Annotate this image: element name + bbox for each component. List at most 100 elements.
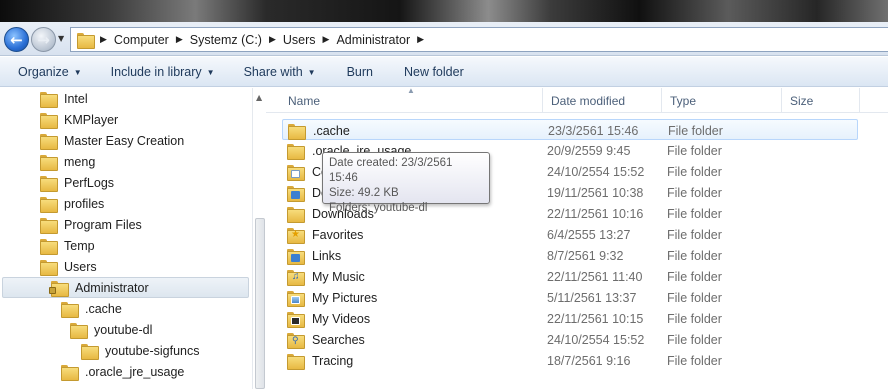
breadcrumb-chevron-icon[interactable]: ▶ bbox=[414, 34, 427, 45]
forward-button[interactable]: → bbox=[31, 27, 56, 52]
folder-icon bbox=[70, 322, 88, 339]
folder-icon bbox=[40, 112, 58, 129]
file-type: File folder bbox=[667, 143, 722, 158]
navigation-pane: Intel KMPlayer Master Easy Creation meng… bbox=[0, 88, 252, 389]
tree-item-youtube-dl[interactable]: youtube-dl bbox=[70, 319, 152, 340]
file-type: File folder bbox=[668, 123, 723, 138]
tree-item-intel[interactable]: Intel bbox=[40, 88, 88, 109]
file-name-cell: ⚲ Searches bbox=[287, 329, 365, 350]
burn-button[interactable]: Burn bbox=[325, 65, 382, 79]
share-with-button[interactable]: Share with ▼ bbox=[224, 65, 325, 79]
folder-icon bbox=[287, 353, 305, 370]
file-type: File folder bbox=[667, 332, 722, 347]
file-name-cell: Tracing bbox=[287, 350, 353, 371]
back-button[interactable]: ← bbox=[4, 27, 29, 52]
file-name-cell: ★ Favorites bbox=[287, 224, 363, 245]
file-name: Favorites bbox=[312, 227, 364, 242]
tree-item-perflogs[interactable]: PerfLogs bbox=[40, 172, 114, 193]
file-row-cache[interactable]: .cache 23/3/2561 15:46 File folder bbox=[282, 119, 858, 140]
links-badge-icon bbox=[291, 253, 300, 262]
tree-item-youtube-sigfuncs[interactable]: youtube-sigfuncs bbox=[81, 340, 200, 361]
tree-item-users[interactable]: Users bbox=[40, 256, 97, 277]
scroll-up-icon[interactable]: ▲ bbox=[256, 93, 262, 102]
new-folder-button[interactable]: New folder bbox=[382, 65, 473, 79]
file-name: My Pictures bbox=[312, 290, 378, 305]
navigation-bar: ← → ▼ ▶ Computer ▶ Systemz (C:) ▶ Users … bbox=[0, 22, 888, 56]
desktop-badge-icon bbox=[291, 190, 300, 199]
folder-icon bbox=[40, 259, 58, 276]
downloads-folder-icon bbox=[287, 206, 305, 223]
folder-icon bbox=[81, 343, 99, 360]
organize-label: Organize bbox=[18, 64, 69, 79]
address-bar[interactable]: ▶ Computer ▶ Systemz (C:) ▶ Users ▶ Admi… bbox=[70, 27, 888, 52]
breadcrumb-users[interactable]: Users bbox=[279, 33, 320, 47]
column-date-modified[interactable]: Date modified bbox=[543, 88, 662, 113]
file-row-searches[interactable]: ⚲ Searches 24/10/2554 15:52 File folder bbox=[282, 329, 858, 350]
folder-icon bbox=[40, 217, 58, 234]
breadcrumb-chevron-icon[interactable]: ▶ bbox=[97, 34, 110, 45]
include-in-library-button[interactable]: Include in library ▼ bbox=[91, 65, 224, 79]
tree-item-label: Administrator bbox=[75, 280, 149, 295]
folder-icon bbox=[61, 364, 79, 381]
tree-item-meng[interactable]: meng bbox=[40, 151, 95, 172]
navigation-pane-scrollbar[interactable]: ▲ bbox=[252, 88, 266, 389]
folder-icon bbox=[40, 91, 58, 108]
lock-icon bbox=[49, 286, 56, 294]
file-row-tracing[interactable]: Tracing 18/7/2561 9:16 File folder bbox=[282, 350, 858, 371]
links-folder-icon bbox=[287, 248, 305, 265]
file-type: File folder bbox=[667, 269, 722, 284]
tree-item-oracle-jre-usage[interactable]: .oracle_jre_usage bbox=[61, 361, 184, 382]
file-date: 5/11/2561 13:37 bbox=[547, 290, 637, 305]
file-date: 22/11/2561 10:16 bbox=[547, 206, 644, 221]
searches-folder-icon: ⚲ bbox=[287, 332, 305, 349]
breadcrumb-chevron-icon[interactable]: ▶ bbox=[320, 34, 333, 45]
tooltip-size: Size: 49.2 KB bbox=[329, 187, 399, 199]
file-row-my-pictures[interactable]: My Pictures 5/11/2561 13:37 File folder bbox=[282, 287, 858, 308]
tree-item-label: Master Easy Creation bbox=[64, 133, 185, 148]
locked-folder-icon bbox=[49, 280, 69, 297]
tree-item-master-easy-creation[interactable]: Master Easy Creation bbox=[40, 130, 184, 151]
tree-item-label: youtube-sigfuncs bbox=[105, 343, 200, 358]
file-name-cell: My Pictures bbox=[287, 287, 377, 308]
file-type: File folder bbox=[667, 227, 722, 242]
share-with-label: Share with bbox=[243, 64, 303, 79]
breadcrumb-computer[interactable]: Computer bbox=[110, 33, 173, 47]
file-date: 23/3/2561 15:46 bbox=[548, 123, 639, 138]
file-type: File folder bbox=[667, 185, 722, 200]
file-name-cell: ♫ My Music bbox=[287, 266, 365, 287]
column-type[interactable]: Type bbox=[662, 88, 782, 113]
music-note-icon: ♫ bbox=[292, 270, 300, 282]
tree-item-administrator[interactable]: Administrator bbox=[2, 277, 249, 298]
breadcrumb-chevron-icon[interactable]: ▶ bbox=[173, 34, 186, 45]
favorites-folder-icon: ★ bbox=[287, 227, 305, 244]
desktop-folder-icon bbox=[287, 185, 305, 202]
tree-item-label: .cache bbox=[85, 301, 122, 316]
breadcrumb: ▶ Computer ▶ Systemz (C:) ▶ Users ▶ Admi… bbox=[97, 28, 427, 51]
breadcrumb-drive[interactable]: Systemz (C:) bbox=[186, 33, 266, 47]
tree-item-program-files[interactable]: Program Files bbox=[40, 214, 142, 235]
forward-arrow-icon: → bbox=[37, 30, 50, 49]
tree-item-cache[interactable]: .cache bbox=[61, 298, 122, 319]
tree-item-temp[interactable]: Temp bbox=[40, 235, 95, 256]
organize-button[interactable]: Organize ▼ bbox=[0, 65, 91, 79]
file-name: Links bbox=[312, 248, 342, 263]
tree-item-label: Users bbox=[64, 259, 97, 274]
star-icon: ★ bbox=[291, 228, 300, 240]
folder-icon bbox=[40, 133, 58, 150]
tree-item-profiles[interactable]: profiles bbox=[40, 193, 104, 214]
file-row-favorites[interactable]: ★ Favorites 6/4/2555 13:27 File folder bbox=[282, 224, 858, 245]
scrollbar-thumb[interactable] bbox=[255, 218, 265, 389]
file-date: 8/7/2561 9:32 bbox=[547, 248, 624, 263]
recent-pages-dropdown-icon[interactable]: ▼ bbox=[58, 34, 64, 43]
file-row-my-videos[interactable]: My Videos 22/11/2561 10:15 File folder bbox=[282, 308, 858, 329]
column-size[interactable]: Size bbox=[782, 88, 860, 113]
breadcrumb-chevron-icon[interactable]: ▶ bbox=[266, 34, 279, 45]
contacts-folder-icon bbox=[287, 164, 305, 181]
column-name[interactable]: Name bbox=[280, 88, 543, 113]
file-row-links[interactable]: Links 8/7/2561 9:32 File folder bbox=[282, 245, 858, 266]
back-arrow-icon: ← bbox=[10, 30, 23, 49]
music-folder-icon: ♫ bbox=[287, 269, 305, 286]
tree-item-kmplayer[interactable]: KMPlayer bbox=[40, 109, 118, 130]
breadcrumb-administrator[interactable]: Administrator bbox=[332, 33, 414, 47]
file-row-my-music[interactable]: ♫ My Music 22/11/2561 11:40 File folder bbox=[282, 266, 858, 287]
